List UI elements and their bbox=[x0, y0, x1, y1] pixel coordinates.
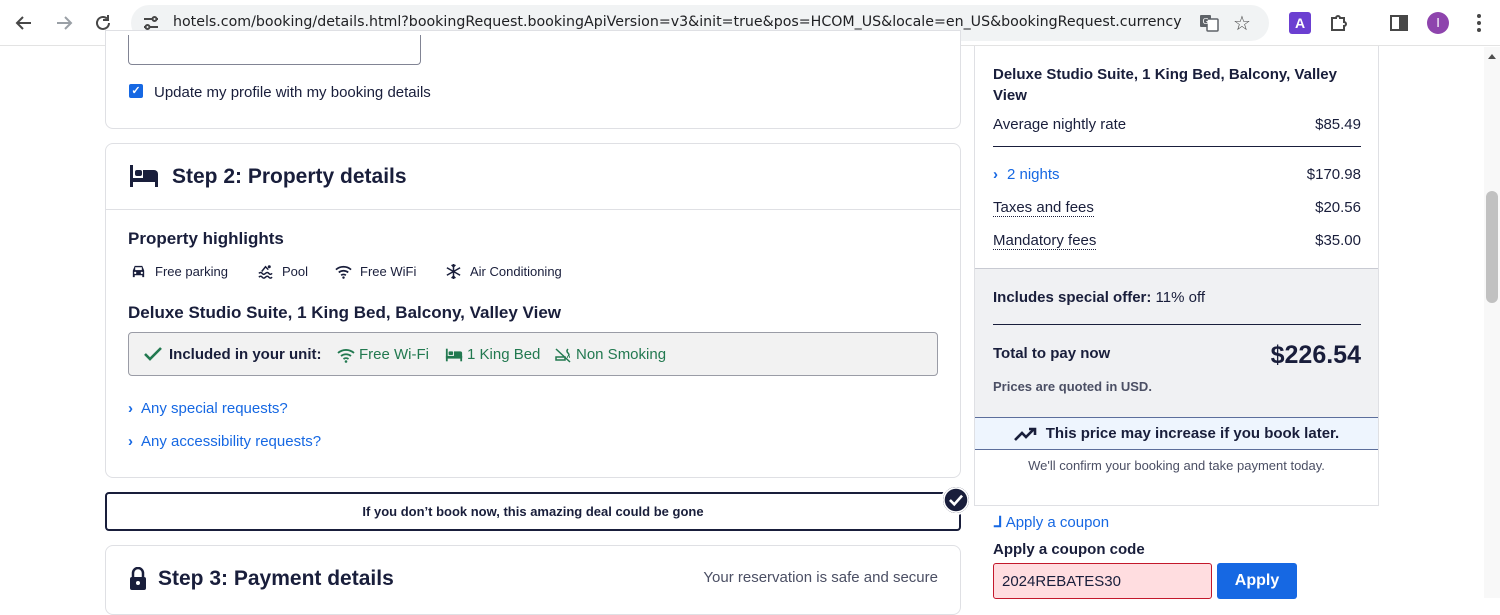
deal-urgency-banner: If you don’t book now, this amazing deal… bbox=[105, 492, 961, 531]
taxes-row: Taxes and fees $20.56 bbox=[993, 199, 1361, 217]
avg-rate-value: $85.49 bbox=[1315, 116, 1361, 133]
accessibility-requests-toggle[interactable]: › Any accessibility requests? bbox=[128, 433, 321, 450]
amenity-label: Air Conditioning bbox=[470, 264, 562, 279]
svg-text:G: G bbox=[1203, 17, 1209, 26]
mandatory-fees-row: Mandatory fees $35.00 bbox=[993, 232, 1361, 250]
secure-note: Your reservation is safe and secure bbox=[703, 569, 938, 586]
menu-kebab-icon[interactable] bbox=[1468, 12, 1490, 34]
confirm-note: We'll confirm your booking and take paym… bbox=[1028, 458, 1325, 473]
apply-coupon-button[interactable]: Apply bbox=[1217, 563, 1297, 599]
included-item-label: Non Smoking bbox=[576, 346, 667, 363]
total-value: $226.54 bbox=[1270, 341, 1361, 369]
nights-row[interactable]: › 2 nights $170.98 bbox=[993, 166, 1361, 183]
price-increase-warning: This price may increase if you book late… bbox=[975, 417, 1378, 450]
mandatory-fees-label[interactable]: Mandatory fees bbox=[993, 232, 1097, 250]
bed-icon bbox=[130, 165, 158, 187]
step3-card: Step 3: Payment details Your reservation… bbox=[105, 545, 961, 615]
currency-note: Prices are quoted in USD. bbox=[993, 379, 1152, 394]
taxes-label[interactable]: Taxes and fees bbox=[993, 199, 1094, 217]
translate-icon[interactable]: G bbox=[1199, 13, 1219, 33]
nights-value: $170.98 bbox=[1306, 166, 1361, 183]
profile-avatar[interactable]: I bbox=[1427, 12, 1449, 34]
coupon-code-input[interactable] bbox=[993, 563, 1212, 599]
step2-card: Step 2: Property details Property highli… bbox=[105, 143, 961, 478]
special-requests-label[interactable]: Any special requests? bbox=[141, 400, 288, 417]
bed-icon bbox=[445, 348, 463, 361]
no-smoking-icon bbox=[555, 347, 571, 363]
scroll-up-arrow-icon[interactable] bbox=[1488, 54, 1496, 59]
total-label: Total to pay now bbox=[993, 345, 1111, 362]
chevron-right-icon: › bbox=[128, 400, 133, 417]
summary-room-name: Deluxe Studio Suite, 1 King Bed, Balcony… bbox=[993, 66, 1337, 104]
lock-icon bbox=[130, 567, 146, 590]
property-highlights-title: Property highlights bbox=[128, 229, 284, 248]
coupon-code-label: Apply a coupon code bbox=[993, 541, 1145, 558]
amenity-free-parking: Free parking bbox=[130, 263, 228, 280]
forward-arrow-icon[interactable] bbox=[52, 11, 76, 35]
chevron-right-icon: › bbox=[993, 166, 998, 183]
apply-coupon-link-label[interactable]: Apply a coupon bbox=[1006, 514, 1109, 531]
special-requests-toggle[interactable]: › Any special requests? bbox=[128, 400, 288, 417]
price-summary-panel: Deluxe Studio Suite, 1 King Bed, Balcony… bbox=[974, 46, 1379, 506]
bookmark-star-icon[interactable]: ☆ bbox=[1233, 11, 1251, 36]
update-profile-checkbox[interactable]: ✓ bbox=[129, 84, 143, 98]
amenity-pool: Pool bbox=[257, 263, 308, 280]
included-label: Included in your unit: bbox=[169, 346, 322, 363]
side-panel-icon[interactable] bbox=[1388, 12, 1410, 34]
accessibility-requests-label[interactable]: Any accessibility requests? bbox=[141, 433, 321, 450]
total-section: Includes special offer: 11% off Total to… bbox=[975, 268, 1378, 417]
taxes-value: $20.56 bbox=[1315, 199, 1361, 216]
scroll-thumb[interactable] bbox=[1486, 191, 1498, 303]
extensions-puzzle-icon[interactable] bbox=[1328, 12, 1350, 34]
step3-title: Step 3: Payment details bbox=[158, 567, 394, 590]
price-warning-text: This price may increase if you book late… bbox=[1045, 425, 1340, 442]
input-field-partial[interactable] bbox=[128, 35, 421, 65]
corner-arrow-icon: ⅃ bbox=[994, 514, 1003, 531]
avg-rate-label: Average nightly rate bbox=[993, 116, 1127, 133]
avg-nightly-rate-row: Average nightly rate $85.49 bbox=[993, 116, 1361, 133]
page-scrollbar[interactable] bbox=[1484, 47, 1500, 598]
amenity-label: Free parking bbox=[155, 264, 228, 279]
snowflake-icon bbox=[446, 263, 461, 280]
amenity-label: Free WiFi bbox=[360, 264, 417, 279]
update-profile-label[interactable]: Update my profile with my booking detail… bbox=[154, 84, 431, 101]
summary-divider bbox=[993, 146, 1361, 147]
step2-title: Step 2: Property details bbox=[172, 165, 407, 188]
amenity-air-conditioning: Air Conditioning bbox=[445, 263, 562, 280]
included-in-unit-box: Included in your unit: Free Wi-Fi 1 King… bbox=[128, 332, 938, 376]
apply-coupon-link[interactable]: ⅃ Apply a coupon bbox=[994, 513, 1109, 531]
chevron-right-icon: › bbox=[128, 433, 133, 450]
included-item-label: 1 King Bed bbox=[467, 346, 541, 363]
checkmark-icon bbox=[144, 347, 162, 361]
wifi-icon bbox=[337, 348, 355, 363]
wifi-icon bbox=[335, 265, 352, 279]
mandatory-fees-value: $35.00 bbox=[1315, 232, 1361, 249]
included-item-wifi: Free Wi-Fi bbox=[337, 346, 429, 363]
car-icon bbox=[132, 265, 145, 278]
included-item-bed: 1 King Bed bbox=[445, 346, 540, 363]
special-offer-text: Includes special offer: 11% off bbox=[993, 289, 1206, 306]
step1-card: ✓ Update my profile with my booking deta… bbox=[105, 30, 961, 129]
amenity-free-wifi: Free WiFi bbox=[335, 263, 416, 280]
step2-header: Step 2: Property details bbox=[106, 144, 960, 210]
included-item-non-smoking: Non Smoking bbox=[554, 346, 666, 363]
amenity-label: Pool bbox=[282, 264, 309, 279]
check-circle-icon bbox=[941, 485, 971, 515]
trending-up-icon bbox=[1013, 427, 1037, 441]
included-item-label: Free Wi-Fi bbox=[359, 346, 429, 363]
nights-toggle[interactable]: › 2 nights bbox=[993, 166, 1060, 183]
back-arrow-icon[interactable] bbox=[12, 11, 36, 35]
total-divider bbox=[993, 324, 1361, 325]
extension-a-icon[interactable]: A bbox=[1289, 12, 1311, 34]
room-name: Deluxe Studio Suite, 1 King Bed, Balcony… bbox=[128, 303, 561, 322]
url-text[interactable]: hotels.com/booking/details.html?bookingR… bbox=[173, 14, 1183, 30]
pool-icon bbox=[258, 265, 273, 279]
